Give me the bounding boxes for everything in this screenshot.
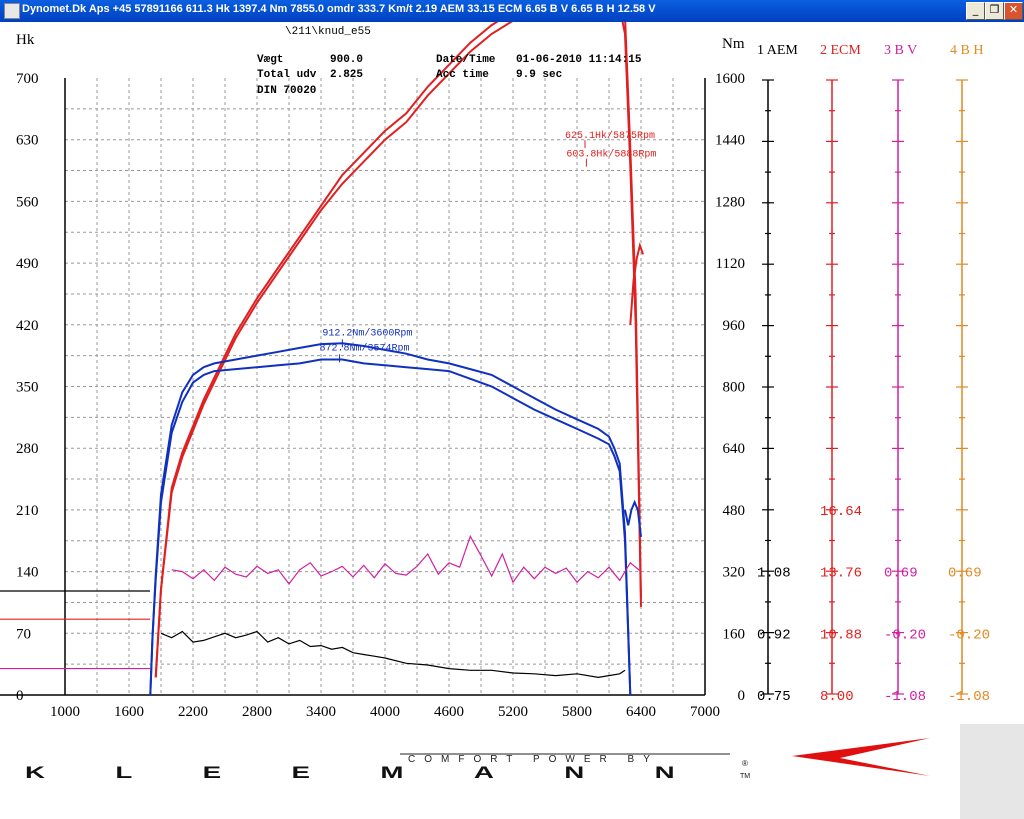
kleemann-logo-icon (792, 738, 930, 776)
acc-value: 9.9 sec (516, 69, 562, 81)
vaegt-value: 900.0 (330, 54, 363, 66)
brand-text: KLEEMANN (25, 763, 745, 782)
x-tick-label: 6400 (626, 704, 656, 720)
y2-tick-label: 640 (723, 441, 746, 457)
side-scale-value: -1.08 (948, 689, 990, 705)
x-tick-label: 5200 (498, 704, 528, 720)
din-label: DIN 70020 (257, 85, 316, 97)
file-name: \211\knud_e55 (285, 26, 371, 38)
side-scale-value: 0.92 (757, 627, 791, 643)
y-tick-label: 140 (16, 565, 39, 581)
x-tick-label: 5800 (562, 704, 592, 720)
series-line-magenta (171, 534, 642, 585)
app-icon (4, 3, 20, 19)
side-scale-value: 0.69 (884, 566, 918, 582)
y-tick-label: 490 (16, 256, 39, 272)
side-scale-value: -1.08 (884, 689, 926, 705)
y-tick-label: 700 (16, 71, 39, 87)
close-button[interactable]: ✕ (1004, 2, 1023, 20)
series-line-black (160, 630, 626, 679)
y-tick-label: 630 (16, 133, 39, 149)
banner-gray-panel (960, 724, 1024, 819)
side-scale-value: -0.20 (948, 627, 990, 643)
y-tick-label: 280 (16, 441, 39, 457)
x-tick-label: 1600 (114, 704, 144, 720)
x-tick-label: 2200 (178, 704, 208, 720)
y2-tick-label: 480 (723, 503, 746, 519)
y2-tick-label: 1280 (715, 194, 745, 210)
total-value: 2.825 (330, 69, 363, 81)
y-tick-label: 210 (16, 503, 39, 519)
y2-tick-label: 960 (723, 318, 746, 334)
y2-tick-label: 1600 (715, 71, 745, 87)
side-scale-label: 3 B V (884, 43, 917, 58)
side-scale-value: 13.76 (820, 566, 862, 582)
vaegt-label: Vægt (257, 54, 283, 66)
y-tick-label: 350 (16, 380, 39, 396)
x-tick-label: 4600 (434, 704, 464, 720)
side-scale-label: 1 AEM (757, 43, 798, 58)
y-axis-label-left: Hk (16, 32, 35, 48)
date-label: Date/Time (436, 54, 496, 66)
side-scale-value: 0.69 (948, 566, 982, 582)
acc-label: Acc time (436, 69, 489, 81)
series-line-blue (149, 342, 632, 696)
x-tick-label: 2800 (242, 704, 272, 720)
y2-tick-label: 800 (723, 380, 746, 396)
window-title: Dynomet.Dk Aps +45 57891166 611.3 Hk 139… (22, 3, 656, 15)
maximize-button[interactable]: ❐ (985, 2, 1004, 20)
total-label: Total udv (257, 69, 317, 81)
y2-tick-label: 160 (723, 626, 746, 642)
y-tick-label: 0 (16, 688, 24, 704)
x-tick-label: 7000 (690, 704, 720, 720)
x-tick-label: 4000 (370, 704, 400, 720)
side-scale-label: 2 ECM (820, 43, 861, 58)
date-value: 01-06-2010 11:14:15 (516, 54, 642, 66)
side-scale-value: 8.00 (820, 689, 854, 705)
side-scale-label: 4 B H (950, 43, 983, 58)
side-scale-value: -0.20 (884, 627, 926, 643)
trademark-mark: TM (740, 773, 750, 780)
annotation-label: 603.8Hk/5888Rpm (566, 149, 656, 161)
y2-tick-label: 1440 (715, 133, 745, 149)
registered-mark: ® (742, 759, 748, 768)
side-scales: 1 AEM 1.08 0.92 0.75 2 ECM 16.64 13.76 10.88 8.0… (757, 43, 990, 705)
annotation-label: 625.1Hk/5875Rpm (565, 130, 655, 142)
x-tick-label: 3400 (306, 704, 336, 720)
y2-tick-label: 1120 (716, 256, 745, 272)
chart-series (149, 22, 645, 696)
y2-tick-label: 320 (723, 565, 746, 581)
y2-tick-label: 0 (738, 688, 746, 704)
side-scale-value: 1.08 (757, 566, 791, 582)
side-scale-value: 10.88 (820, 627, 862, 643)
y-tick-label: 420 (16, 318, 39, 334)
y-axis-label-right: Nm (722, 36, 745, 52)
annotation-label: 872.8Nm/3574Rpm (320, 342, 410, 354)
side-scale-value: 16.64 (820, 504, 862, 520)
x-tick-label: 1000 (50, 704, 80, 720)
minimize-button[interactable]: _ (966, 2, 985, 20)
chart-labels: 0701402102803504204905606307000160320480… (0, 71, 745, 720)
side-scale-value: 0.75 (757, 689, 791, 705)
window-titlebar: Dynomet.Dk Aps +45 57891166 611.3 Hk 139… (0, 0, 1024, 22)
y-tick-label: 70 (16, 626, 31, 642)
kleemann-banner: COMFORT POWER BY KLEEMANN ® TM (0, 724, 1024, 819)
dyno-chart: 0701402102803504204905606307000160320480… (0, 22, 990, 720)
y-tick-label: 560 (16, 194, 39, 210)
annotation-label: 912.2Nm/3600Rpm (322, 327, 412, 339)
